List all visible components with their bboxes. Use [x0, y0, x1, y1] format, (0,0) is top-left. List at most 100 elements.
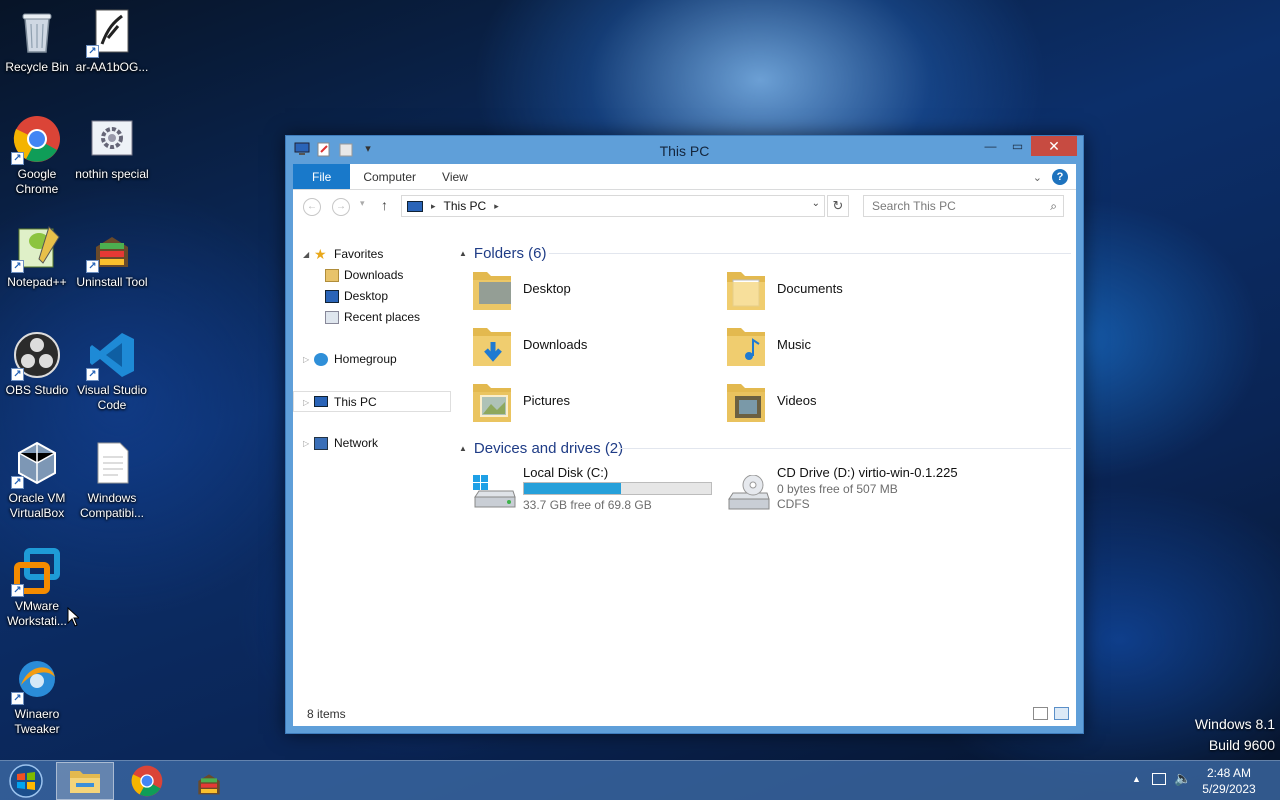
expand-ribbon-chevron-icon[interactable]: ⌄	[1033, 171, 1042, 184]
item-count: 8 items	[307, 707, 346, 721]
close-button[interactable]: ✕	[1031, 136, 1077, 156]
folder-pictures[interactable]: Pictures	[471, 376, 711, 428]
folder-label: Music	[777, 337, 811, 352]
back-button[interactable]: ←	[303, 198, 321, 216]
desktop-icon-ar-file[interactable]: ↗ ar-AA1bOG...	[75, 8, 149, 75]
expand-arrow-icon[interactable]: ▷	[303, 392, 309, 413]
nav-favorites-label: Favorites	[334, 247, 384, 261]
homegroup-icon	[314, 353, 328, 366]
refresh-button[interactable]: ↻	[827, 195, 849, 217]
folder-desktop[interactable]: Desktop	[471, 264, 711, 316]
nav-homegroup[interactable]: ▷ Homegroup	[293, 349, 453, 370]
explorer-window: ▾ This PC — ▭ ✕ File Computer View ⌄ ? ←…	[285, 135, 1084, 734]
drives-group-header[interactable]: ▲ Devices and drives (2)	[459, 438, 623, 458]
maximize-button[interactable]: ▭	[1004, 136, 1031, 156]
nav-item-recent-places[interactable]: Recent places	[293, 307, 453, 328]
folder-music[interactable]: Music	[725, 320, 965, 372]
text-file-icon	[88, 439, 136, 487]
desktop-icon-winaero-tweaker[interactable]: ↗ Winaero Tweaker	[0, 655, 74, 737]
address-dropdown-chevron-icon[interactable]: ⌄	[812, 198, 820, 209]
desktop-icon-notepad-plus-plus[interactable]: ↗ Notepad++	[0, 223, 74, 290]
breadcrumb-separator-icon: ▸	[431, 200, 436, 211]
desktop-icon-label: Notepad++	[7, 275, 67, 289]
desktop-icon-label: Recycle Bin	[5, 60, 69, 74]
virtualbox-icon: ↗	[11, 439, 61, 489]
drive-local-disk-c[interactable]: Local Disk (C:) 33.7 GB free of 69.8 GB	[471, 465, 721, 519]
status-bar: 8 items	[293, 702, 1076, 726]
desktop-icon-vscode[interactable]: ↗ Visual Studio Code	[75, 331, 149, 413]
taskbar-file-explorer[interactable]	[56, 762, 114, 800]
drive-free-space: 33.7 GB free of 69.8 GB	[523, 498, 652, 512]
nav-item-desktop[interactable]: Desktop	[293, 286, 453, 307]
nav-homegroup-label: Homegroup	[334, 352, 397, 366]
desktop-icon-uninstall-tool[interactable]: ↗ Uninstall Tool	[75, 223, 149, 290]
network-status-icon[interactable]	[1152, 773, 1166, 785]
desktop-icon-virtualbox[interactable]: ↗ Oracle VM VirtualBox	[0, 439, 74, 521]
desktop-icon-label: Google Chrome	[15, 167, 59, 196]
folders-group-header[interactable]: ▲ Folders (6)	[459, 243, 546, 263]
taskbar-uninstall-tool[interactable]	[180, 762, 238, 800]
expand-arrow-icon[interactable]: ▷	[303, 349, 309, 370]
show-hidden-icons-chevron-icon[interactable]: ▲	[1132, 774, 1141, 784]
nav-item-downloads[interactable]: Downloads	[293, 265, 453, 286]
recent-locations-chevron-icon[interactable]: ▾	[360, 198, 365, 209]
volume-icon[interactable]: 🔈	[1174, 770, 1191, 787]
folder-downloads[interactable]: Downloads	[471, 320, 711, 372]
nav-item-label: Recent places	[344, 310, 421, 324]
this-pc-icon	[314, 396, 328, 407]
drive-name: Local Disk (C:)	[523, 465, 609, 480]
desktop-icon-windows-compatibility[interactable]: Windows Compatibi...	[75, 439, 149, 521]
windows-build: Build 9600	[1208, 737, 1275, 753]
desktop-icon-vmware[interactable]: ↗ VMware Workstati...	[0, 547, 74, 629]
drive-cd-d[interactable]: CD Drive (D:) virtio-win-0.1.225 0 bytes…	[725, 465, 975, 519]
this-pc-icon	[407, 200, 423, 212]
expand-arrow-icon[interactable]: ▷	[303, 433, 309, 454]
large-icons-view-icon[interactable]	[1054, 707, 1069, 720]
desktop-icon-nothin-special[interactable]: nothin special	[75, 115, 149, 182]
desktop-icon-recycle-bin[interactable]: Recycle Bin	[0, 8, 74, 75]
up-button[interactable]: ↑	[381, 197, 388, 213]
breadcrumb-separator-icon[interactable]: ▸	[494, 201, 499, 212]
nav-this-pc[interactable]: ▷ This PC	[293, 391, 451, 412]
collapse-arrow-icon[interactable]: ▲	[459, 444, 467, 453]
nav-item-label: Downloads	[344, 268, 404, 282]
desktop-icon-label: Oracle VM VirtualBox	[8, 491, 66, 520]
group-divider	[619, 448, 1071, 449]
uninstall-tool-icon: ↗	[86, 223, 136, 273]
address-bar[interactable]: ▸ This PC ▸ ⌄	[401, 195, 825, 217]
desktop-icon-obs-studio[interactable]: ↗ OBS Studio	[0, 331, 74, 398]
details-view-icon[interactable]	[1033, 707, 1048, 720]
expand-arrow-icon[interactable]: ◢	[303, 244, 309, 265]
folder-videos[interactable]: Videos	[725, 376, 965, 428]
shortcut-arrow-icon: ↗	[11, 584, 24, 597]
desktop-icon-google-chrome[interactable]: ↗ Google Chrome	[0, 115, 74, 197]
windows-version: Windows 8.1	[1194, 716, 1275, 732]
nav-favorites[interactable]: ◢ ★ Favorites	[293, 244, 453, 265]
shortcut-arrow-icon: ↗	[86, 260, 99, 273]
taskbar-chrome[interactable]	[118, 762, 176, 800]
tab-file[interactable]: File	[293, 164, 351, 189]
breadcrumb-this-pc[interactable]: This PC	[444, 199, 487, 213]
tab-computer[interactable]: Computer	[350, 164, 429, 189]
clock[interactable]: 2:48 AM 5/29/2023	[1194, 765, 1264, 797]
minimize-button[interactable]: —	[977, 136, 1004, 156]
forward-button[interactable]: →	[332, 198, 350, 216]
clock-time: 2:48 AM	[1206, 766, 1252, 780]
help-icon[interactable]: ?	[1052, 169, 1068, 185]
search-icon[interactable]: ⌕	[1050, 196, 1057, 216]
tab-view[interactable]: View	[429, 164, 481, 189]
document-shortcut-icon: ↗	[86, 8, 136, 58]
recent-places-icon	[325, 311, 339, 324]
title-bar[interactable]: ▾ This PC — ▭ ✕	[286, 136, 1083, 164]
ribbon-right-controls: ⌄ ?	[1033, 169, 1068, 185]
folder-documents[interactable]: Documents	[725, 264, 965, 316]
collapse-arrow-icon[interactable]: ▲	[459, 249, 467, 258]
desktop-icon-label: OBS Studio	[5, 383, 69, 397]
file-explorer-icon	[70, 771, 100, 793]
start-button[interactable]	[0, 762, 52, 800]
search-input[interactable]: Search This PC ⌕	[863, 195, 1064, 217]
shortcut-arrow-icon: ↗	[86, 368, 99, 381]
nav-item-label: Desktop	[344, 289, 389, 303]
nav-network[interactable]: ▷ Network	[293, 433, 453, 454]
obs-icon: ↗	[11, 331, 61, 381]
